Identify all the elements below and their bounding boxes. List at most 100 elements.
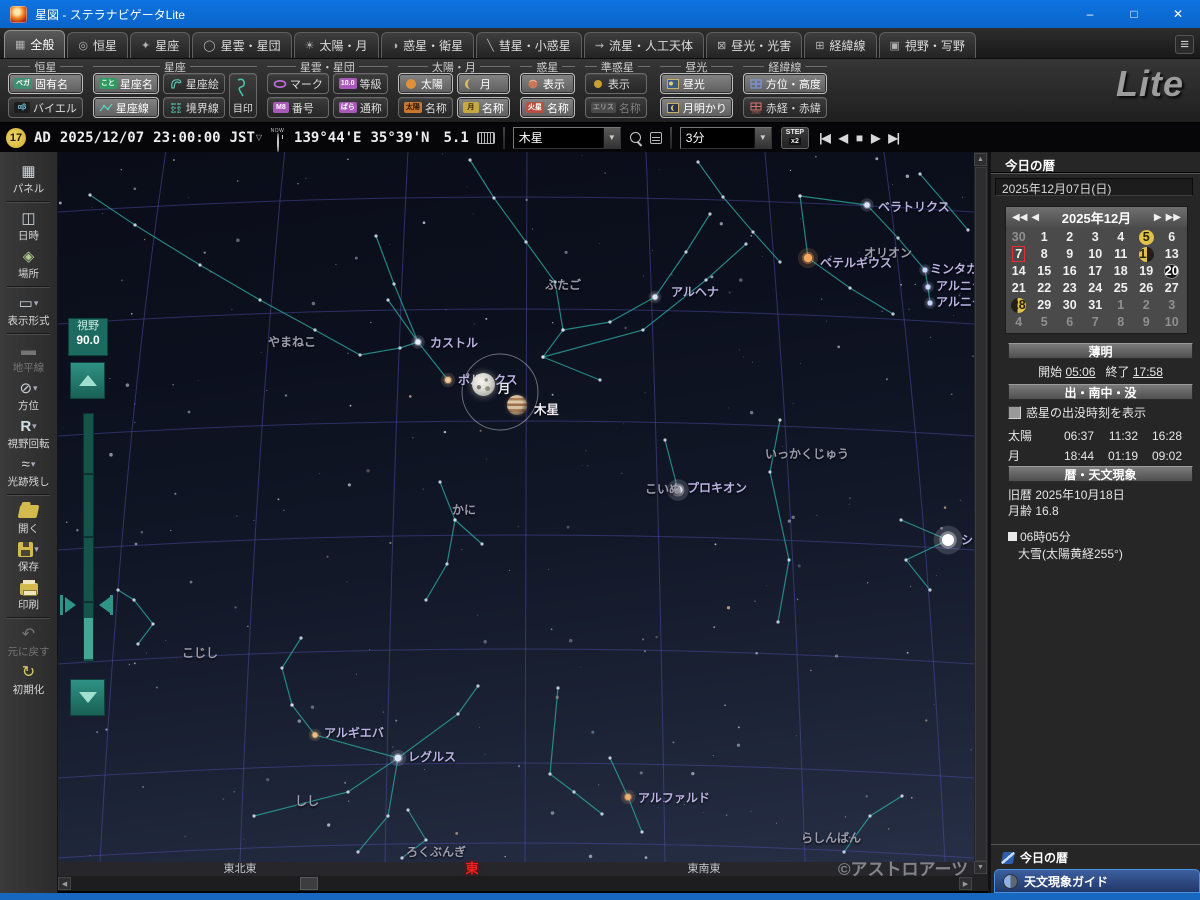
calendar-day-4[interactable]: 4 [1006,314,1032,331]
search-icon[interactable] [630,132,641,143]
toolbar-moonlight-button[interactable]: 月明かり [660,97,733,118]
calendar-day-1[interactable]: 1 [1108,297,1134,314]
toolbar-sun-show-button[interactable]: 太陽 [398,73,453,94]
limiting-magnitude-field[interactable]: 5.1 [444,130,469,146]
calendar-day-31[interactable]: 31 [1083,297,1109,314]
calendar-day-9[interactable]: 9 [1134,314,1160,331]
calendar-day-21[interactable]: 21 [1006,280,1032,297]
tab-astro-event-guide[interactable]: 天文現象ガイド [994,869,1200,893]
calendar-day-30[interactable]: 30 [1006,229,1032,246]
date-field[interactable]: 2025/12/07 [60,130,144,146]
tab-経緯線[interactable]: ⊞経緯線 [804,32,876,58]
sidebar-item-保存[interactable]: ▾保存 [0,539,57,574]
toolbar-ra-dec-grid-button[interactable]: 2000赤経・赤緯 [743,97,827,118]
toolbar-dso-magnitude-button[interactable]: 10.0等級 [333,73,388,94]
scroll-down-icon[interactable]: ▼ [974,861,987,874]
calendar-day-20[interactable]: 20 [1159,263,1185,280]
horizontal-scroll-thumb[interactable] [300,877,318,890]
calendar-day-8[interactable]: 8 [1108,314,1134,331]
tab-惑星・衛星[interactable]: ◑惑星・衛星 [381,32,475,58]
horizontal-scrollbar[interactable]: ◀ ▶ [58,876,972,891]
calendar-day-14[interactable]: 14 [1006,263,1032,280]
calendar-day-5[interactable]: 5 [1134,229,1160,246]
planet-times-checkbox[interactable] [1008,406,1021,419]
step-mode-button[interactable]: STEP x2 [781,127,809,149]
calendar-day-15[interactable]: 15 [1032,263,1058,280]
star-chart[interactable]: ベラトリクスオリオンベテルギウスミンタカアルニラムアルニタクふたごアルヘナカスト… [58,152,974,862]
calendar-day-28[interactable]: 28 [1006,297,1032,314]
sidebar-item-初期化[interactable]: ↻初期化 [0,662,57,697]
toolbar-sun-label-button[interactable]: 太陽名称 [398,97,453,118]
toolbar-azimuth-altitude-grid-button[interactable]: 方位・高度 [743,73,827,94]
calendar-day-5[interactable]: 5 [1032,314,1058,331]
zoom-in-button[interactable] [70,362,105,399]
calendar-day-30[interactable]: 30 [1057,297,1083,314]
jupiter-image[interactable] [507,395,527,415]
tab-昼光・光害[interactable]: ⊠昼光・光害 [706,32,802,58]
zoom-slider-thumb[interactable] [84,618,93,659]
chevron-down-icon[interactable]: ▼ [603,128,620,148]
calendar-day-6[interactable]: 6 [1057,314,1083,331]
vertical-scroll-thumb[interactable] [975,167,987,861]
calendar-day-19[interactable]: 19 [1134,263,1160,280]
tabbar-menu-icon[interactable]: ≡ [1175,35,1194,54]
tab-流星・人工天体[interactable]: ⇝流星・人工天体 [584,32,704,58]
calendar-day-29[interactable]: 29 [1032,297,1058,314]
skip-to-start-button[interactable]: |◀ [819,131,830,145]
calendar-day-2[interactable]: 2 [1057,229,1083,246]
sidebar-item-場所[interactable]: ◈場所 [0,246,57,281]
toolbar-constellation-names-button[interactable]: こと星座名 [93,73,159,94]
time-field[interactable]: 23:00:00 [153,130,220,146]
calendar-day-7[interactable]: 7 [1083,314,1109,331]
list-icon[interactable] [650,132,662,144]
calendar-day-9[interactable]: 9 [1057,246,1083,263]
sidebar-item-方位[interactable]: ⊘▾方位 [0,378,57,413]
vertical-scrollbar[interactable]: ▲ ▼ [974,152,988,876]
calendar-day-3[interactable]: 3 [1083,229,1109,246]
calendar-day-1[interactable]: 1 [1032,229,1058,246]
toolbar-planets-show-button[interactable]: 表示 [520,73,575,94]
scroll-left-icon[interactable]: ◀ [58,877,71,890]
calendar-day-26[interactable]: 26 [1134,280,1160,297]
tab-太陽・月[interactable]: ☀太陽・月 [294,32,379,58]
calendar-day-11[interactable]: 11 [1108,246,1134,263]
calendar-day-24[interactable]: 24 [1083,280,1109,297]
calendar-day-22[interactable]: 22 [1032,280,1058,297]
calendar-next-month-button[interactable]: ▶ [1154,212,1162,223]
calendar-day-10[interactable]: 10 [1159,314,1185,331]
calendar-day-2[interactable]: 2 [1134,297,1160,314]
toolbar-dso-marks-button[interactable]: マーク [267,73,329,94]
toolbar-dwarf-planets-show-button[interactable]: 表示 [585,73,647,94]
target-select[interactable]: 木星 ▼ [513,127,621,149]
calendar-day-7[interactable]: 7 [1006,246,1032,263]
calendar-day-13[interactable]: 13 [1159,246,1185,263]
calendar-prev-month-button[interactable]: ◀ [1031,212,1039,223]
sidebar-item-印刷[interactable]: 印刷 [0,577,57,612]
sidebar-item-視野回転[interactable]: R▾視野回転 [0,416,57,451]
twilight-start-link[interactable]: 05:06 [1065,365,1095,379]
calendar-day-6[interactable]: 6 [1159,229,1185,246]
tab-星雲・星団[interactable]: ◯星雲・星団 [192,32,291,58]
sidebar-item-光跡残し[interactable]: ≈▾光跡残し [0,454,57,489]
tab-視野・写野[interactable]: ▣視野・写野 [879,32,976,58]
toolbar-landmark-button[interactable]: 目印 [229,73,257,118]
tab-彗星・小惑星[interactable]: ╲彗星・小惑星 [476,32,582,58]
calendar-day-25[interactable]: 25 [1108,280,1134,297]
calendar-day-8[interactable]: 8 [1032,246,1058,263]
toolbar-bayer-names-button[interactable]: αβバイエル [8,97,83,118]
stop-button[interactable]: ■ [856,131,862,145]
sidebar-item-表示形式[interactable]: ▭▾表示形式 [0,293,57,328]
calendar-day-3[interactable]: 3 [1159,297,1185,314]
calendar-day-23[interactable]: 23 [1057,280,1083,297]
now-clock-icon[interactable]: NOW [270,129,285,147]
maximize-button[interactable]: □ [1112,0,1156,28]
calendar-day-10[interactable]: 10 [1083,246,1109,263]
step-back-button[interactable]: ◀ [839,131,847,145]
sidebar-item-開く[interactable]: 開く [0,501,57,536]
latitude-field[interactable]: 35°39'N [370,130,429,146]
calendar-next-year-button[interactable]: ▶▶ [1166,212,1181,223]
calendar-day-18[interactable]: 18 [1108,263,1134,280]
twilight-end-link[interactable]: 17:58 [1133,365,1163,379]
calendar-day-12[interactable]: 12 [1134,246,1160,263]
close-button[interactable]: ✕ [1156,0,1200,28]
